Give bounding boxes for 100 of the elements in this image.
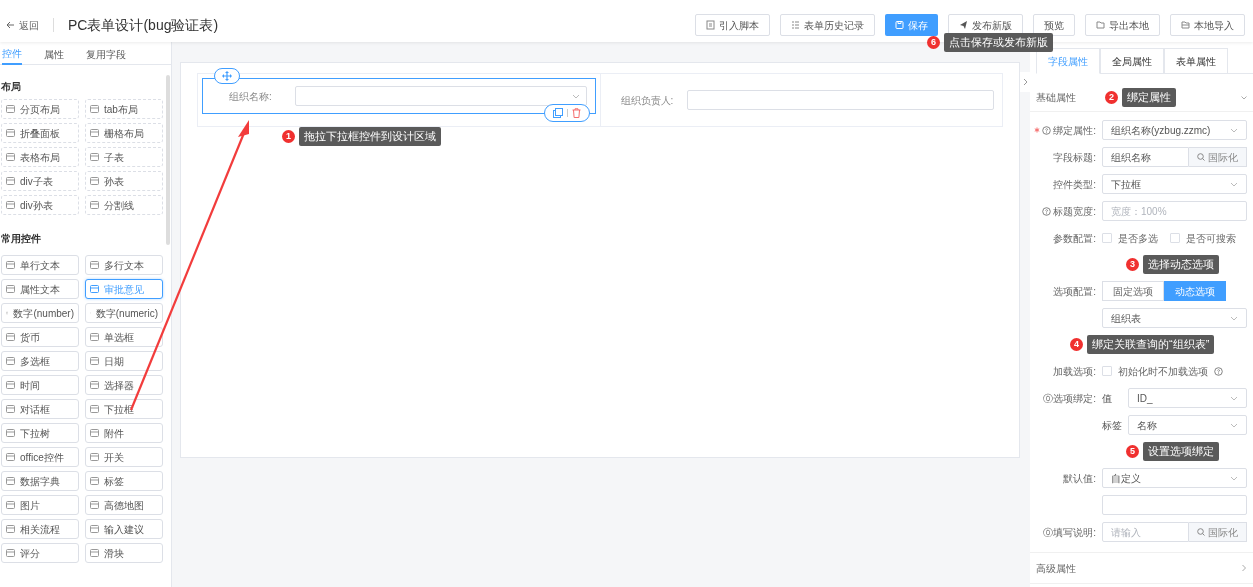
widget-item[interactable]: 下拉树 bbox=[1, 423, 79, 443]
annotation-tooltip: 绑定关联查询的“组织表” bbox=[1087, 335, 1215, 354]
chevron-down-icon bbox=[1230, 422, 1238, 428]
annotation-tooltip: 点击保存或发布新版 bbox=[944, 33, 1053, 52]
checkbox-label: 初始化时不加载选项 bbox=[1118, 364, 1208, 379]
widget-item[interactable]: 滑块 bbox=[85, 543, 163, 563]
step-badge: 5 bbox=[1126, 445, 1139, 458]
widget-item[interactable]: tab布局 bbox=[85, 99, 163, 119]
send-icon bbox=[959, 20, 968, 30]
chevron-down-icon bbox=[1230, 127, 1238, 133]
step-badge: 4 bbox=[1070, 338, 1083, 351]
select-field[interactable]: 名称 bbox=[1128, 415, 1247, 435]
search-icon bbox=[1197, 528, 1205, 536]
checkbox[interactable] bbox=[1102, 366, 1112, 376]
widget-item[interactable]: 评分 bbox=[1, 543, 79, 563]
chevron-down-icon bbox=[1230, 395, 1238, 401]
chevron-down-icon bbox=[1230, 181, 1238, 187]
section-title: 基础属性 bbox=[1036, 91, 1076, 105]
field-label: 参数配置: bbox=[1053, 231, 1096, 246]
widget-item[interactable]: 孙表 bbox=[85, 171, 163, 191]
widget-item[interactable]: 高德地图 bbox=[85, 495, 163, 515]
widget-item[interactable]: 图片 bbox=[1, 495, 79, 515]
widget-item[interactable]: office控件 bbox=[1, 447, 79, 467]
section-heading: 布局 bbox=[1, 80, 22, 93]
widget-item[interactable]: 单行文本 bbox=[1, 255, 79, 275]
input-field[interactable]: 组织名称 bbox=[1102, 147, 1189, 167]
widget-item[interactable]: 对话框 bbox=[1, 399, 79, 419]
toolbar-button[interactable]: 本地导入 bbox=[1170, 14, 1245, 36]
checkbox[interactable] bbox=[1102, 233, 1112, 243]
properties-tab[interactable]: 全局属性 bbox=[1100, 48, 1164, 74]
widget-item[interactable]: 单选框 bbox=[85, 327, 163, 347]
widget-item[interactable]: 栅格布局 bbox=[85, 123, 163, 143]
widget-item[interactable]: 属性文本 bbox=[1, 279, 79, 299]
widget-item[interactable]: 输入建议 bbox=[85, 519, 163, 539]
annotation-tooltip: 选择动态选项 bbox=[1143, 255, 1219, 274]
select-field[interactable]: 组织表 bbox=[1102, 308, 1247, 328]
folder-open-icon bbox=[1181, 20, 1190, 30]
panel-tab[interactable]: 属性 bbox=[44, 43, 64, 65]
widget-item[interactable]: 日期 bbox=[85, 351, 163, 371]
field-label: 标签 bbox=[1102, 418, 1122, 433]
widget-item[interactable]: 开关 bbox=[85, 447, 163, 467]
field-label: ⓪填写说明: bbox=[1043, 525, 1096, 540]
field-label: ⓪选项绑定: bbox=[1043, 391, 1096, 406]
widget-item[interactable]: 子表 bbox=[85, 147, 163, 167]
widget-item[interactable]: div子表 bbox=[1, 171, 79, 191]
toolbar-button[interactable]: 导出本地 bbox=[1085, 14, 1160, 36]
step-badge: 3 bbox=[1126, 258, 1139, 271]
input-field[interactable] bbox=[1102, 495, 1247, 515]
widget-item[interactable]: 标签 bbox=[85, 471, 163, 491]
checkbox[interactable] bbox=[1170, 233, 1180, 243]
field-label: 控件类型: bbox=[1053, 177, 1096, 192]
annotation-tooltip: 绑定属性 bbox=[1122, 88, 1176, 107]
field-label: 值 bbox=[1102, 391, 1113, 406]
option-toggle[interactable]: 固定选项 bbox=[1102, 281, 1164, 301]
save-icon bbox=[895, 20, 904, 30]
toolbar-button[interactable]: 预览 bbox=[1033, 14, 1075, 36]
widget-item[interactable]: 多选框 bbox=[1, 351, 79, 371]
section-heading: 常用控件 bbox=[1, 232, 42, 245]
field-label: 标题宽度: bbox=[1053, 204, 1096, 219]
panel-tab[interactable]: 复用字段 bbox=[86, 43, 126, 65]
widget-item[interactable]: div孙表 bbox=[1, 195, 79, 215]
widget-item[interactable]: 分页布局 bbox=[1, 99, 79, 119]
checkbox-label: 是否可搜索 bbox=[1186, 231, 1236, 246]
section-title: 高级属性 bbox=[1036, 561, 1076, 576]
back-button[interactable]: 返回 bbox=[6, 17, 39, 33]
widget-item[interactable]: 相关流程 bbox=[1, 519, 79, 539]
widget-item[interactable]: 分割线 bbox=[85, 195, 163, 215]
select-field[interactable]: ID_ bbox=[1128, 388, 1247, 408]
search-icon bbox=[1197, 153, 1205, 161]
widget-item[interactable]: 时间 bbox=[1, 375, 79, 395]
select-field[interactable]: 自定义 bbox=[1102, 468, 1247, 488]
field-label: 绑定属性: bbox=[1053, 123, 1096, 138]
page-title: PC表单设计(bug验证表) bbox=[68, 15, 219, 35]
annotation-tooltip: 拖拉下拉框控件到设计区域 bbox=[299, 127, 441, 146]
widget-item[interactable]: 货币 bbox=[1, 327, 79, 347]
toolbar-button[interactable]: 表单历史记录 bbox=[780, 14, 875, 36]
field-label: 字段标题: bbox=[1053, 150, 1096, 165]
field-label: 加载选项: bbox=[1053, 364, 1096, 379]
widget-item[interactable]: 数据字典 bbox=[1, 471, 79, 491]
chevron-down-icon bbox=[1230, 475, 1238, 481]
widget-item[interactable]: 附件 bbox=[85, 423, 163, 443]
i18n-button[interactable]: 国际化 bbox=[1189, 147, 1247, 167]
toolbar-button[interactable]: 引入脚本 bbox=[695, 14, 770, 36]
select-field[interactable]: 下拉框 bbox=[1102, 174, 1247, 194]
checkbox-label: 是否多选 bbox=[1118, 231, 1158, 246]
widget-item[interactable]: 数字(numeric) bbox=[85, 303, 163, 323]
widget-item[interactable]: 表格布局 bbox=[1, 147, 79, 167]
field-label: 默认值: bbox=[1063, 471, 1096, 486]
widget-item[interactable]: 数字(number) bbox=[1, 303, 79, 323]
widget-item[interactable]: 多行文本 bbox=[85, 255, 163, 275]
toolbar-button[interactable]: 发布新版 bbox=[948, 14, 1023, 36]
i18n-button[interactable]: 国际化 bbox=[1189, 522, 1247, 542]
widget-item[interactable]: 选择器 bbox=[85, 375, 163, 395]
annotation-tooltip: 设置选项绑定 bbox=[1143, 442, 1219, 461]
collapse-toggle[interactable] bbox=[1020, 72, 1030, 92]
back-arrow-icon bbox=[6, 21, 15, 29]
section-header[interactable]: 高级属性 bbox=[1030, 552, 1253, 584]
widget-item[interactable]: 折叠面板 bbox=[1, 123, 79, 143]
select-field[interactable]: 组织名称(yzbug.zzmc) bbox=[1102, 120, 1247, 140]
properties-tab[interactable]: 表单属性 bbox=[1164, 48, 1228, 74]
